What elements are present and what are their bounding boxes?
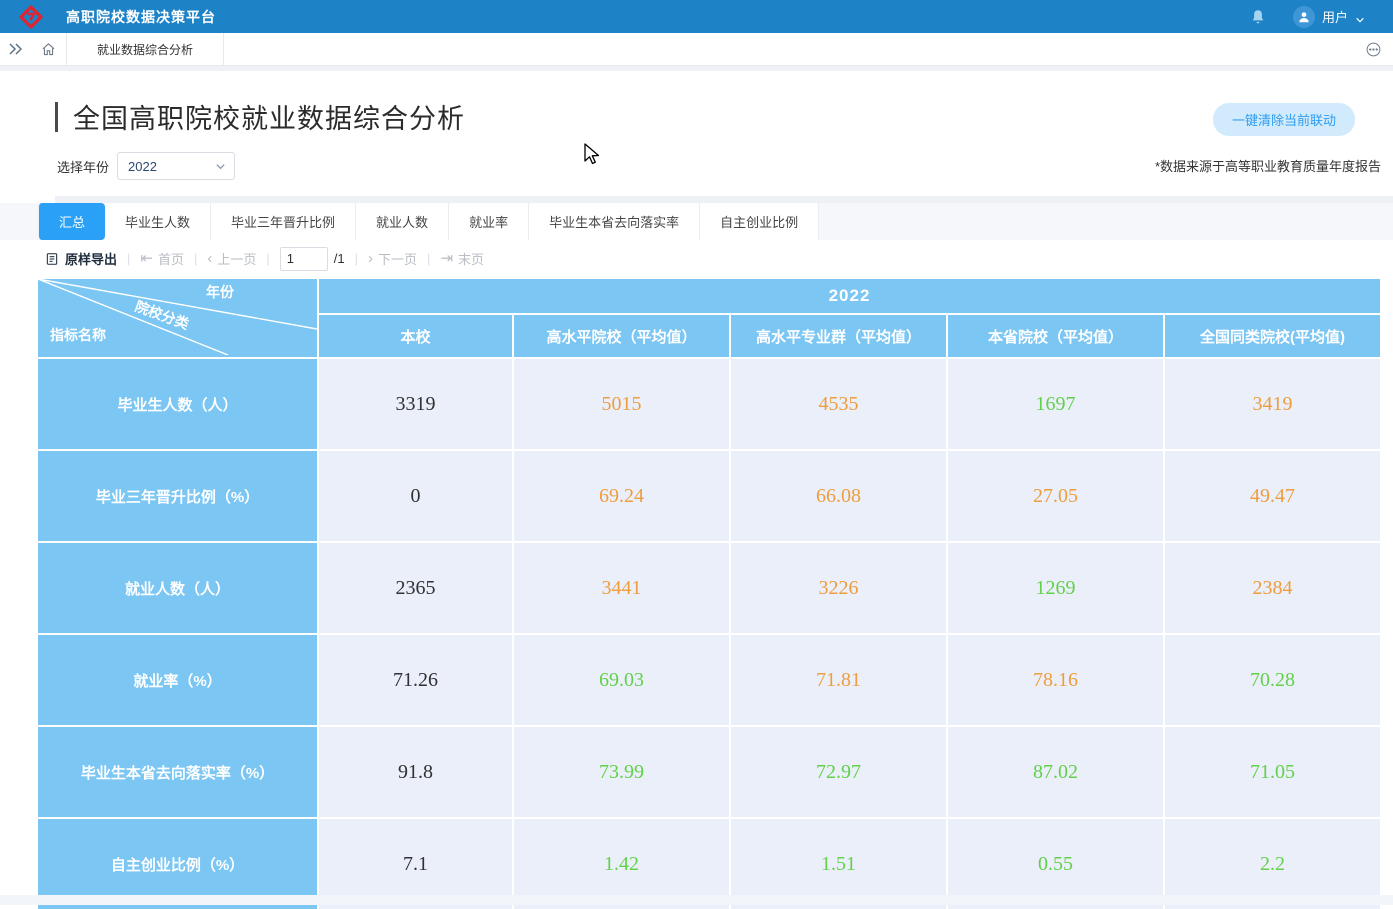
brand-logo-icon bbox=[18, 4, 44, 30]
table-cell-r2-c3[interactable]: 1269 bbox=[948, 543, 1163, 633]
year-select-label: 选择年份 bbox=[57, 157, 109, 176]
row-label-3: 就业率（%） bbox=[38, 635, 317, 725]
top-navbar: 高职院校数据决策平台 用户 bbox=[0, 0, 1393, 33]
column-header-0: 本校 bbox=[319, 315, 512, 357]
column-header-3: 本省院校（平均值） bbox=[948, 315, 1163, 357]
export-button[interactable]: 原样导出 bbox=[45, 249, 117, 268]
data-source-note: *数据来源于高等职业教育质量年度报告 bbox=[1155, 156, 1381, 175]
page-title: 全国高职院校就业数据综合分析 bbox=[73, 97, 465, 136]
row-label-2: 就业人数（人） bbox=[38, 543, 317, 633]
table-cell-r3-c4[interactable]: 70.28 bbox=[1165, 635, 1380, 725]
page-number-input[interactable] bbox=[280, 247, 328, 271]
metric-tab-2[interactable]: 毕业三年晋升比例 bbox=[211, 203, 356, 240]
metric-tab-5[interactable]: 毕业生本省去向落实率 bbox=[529, 203, 700, 240]
row-label-4: 毕业生本省去向落实率（%） bbox=[38, 727, 317, 817]
divider bbox=[55, 196, 1393, 203]
page-total-label: /1 bbox=[334, 251, 345, 266]
home-icon[interactable] bbox=[30, 33, 66, 65]
table-cell-r0-c1[interactable]: 5015 bbox=[514, 359, 729, 449]
app-title: 高职院校数据决策平台 bbox=[66, 7, 216, 27]
user-name-label: 用户 bbox=[1322, 7, 1348, 26]
year-select[interactable]: 2022 bbox=[117, 152, 235, 180]
export-label: 原样导出 bbox=[65, 249, 117, 268]
table-corner-cell: 年份 院校分类 指标名称 bbox=[38, 279, 317, 357]
summary-table: 年份 院校分类 指标名称 2022 本校高水平院校（平均值）高水平专业群（平均值… bbox=[38, 279, 1380, 909]
chevron-down-icon bbox=[1355, 12, 1365, 22]
table-cell-r3-c3[interactable]: 78.16 bbox=[948, 635, 1163, 725]
tag-bar: 就业数据综合分析 bbox=[0, 33, 1393, 66]
table-cell-r2-c0[interactable]: 2365 bbox=[319, 543, 512, 633]
column-header-1: 高水平院校（平均值） bbox=[514, 315, 729, 357]
table-cell-r3-c0[interactable]: 71.26 bbox=[319, 635, 512, 725]
prev-page-button[interactable]: ‹上一页 bbox=[207, 249, 256, 268]
metric-tabs: 汇总毕业生人数毕业三年晋升比例就业人数就业率毕业生本省去向落实率自主创业比例 bbox=[0, 203, 1393, 240]
column-header-2: 高水平专业群（平均值） bbox=[731, 315, 946, 357]
column-header-4: 全国同类院校(平均值) bbox=[1165, 315, 1380, 357]
table-cell-r1-c2[interactable]: 66.08 bbox=[731, 451, 946, 541]
table-cell-r4-c2[interactable]: 72.97 bbox=[731, 727, 946, 817]
user-avatar-icon bbox=[1293, 6, 1315, 28]
title-marker bbox=[55, 102, 58, 132]
metric-tab-3[interactable]: 就业人数 bbox=[356, 203, 449, 240]
clear-linkage-button[interactable]: 一键清除当前联动 bbox=[1213, 103, 1355, 136]
page-header: 全国高职院校就业数据综合分析 一键清除当前联动 选择年份 2022 *数据来源于… bbox=[0, 71, 1393, 203]
table-cell-r2-c1[interactable]: 3441 bbox=[514, 543, 729, 633]
bell-icon[interactable] bbox=[1249, 8, 1267, 26]
sidebar-collapse-icon[interactable] bbox=[0, 33, 30, 65]
table-cell-r1-c1[interactable]: 69.24 bbox=[514, 451, 729, 541]
metric-tab-1[interactable]: 毕业生人数 bbox=[105, 203, 211, 240]
document-export-icon bbox=[45, 252, 59, 266]
table-cell-r0-c2[interactable]: 4535 bbox=[731, 359, 946, 449]
table-cell-r2-c4[interactable]: 2384 bbox=[1165, 543, 1380, 633]
table-cell-r0-c0[interactable]: 3319 bbox=[319, 359, 512, 449]
row-label-0: 毕业生人数（人） bbox=[38, 359, 317, 449]
table-cell-r3-c2[interactable]: 71.81 bbox=[731, 635, 946, 725]
next-page-button[interactable]: ›下一页 bbox=[368, 249, 417, 268]
first-page-icon: ⇤ bbox=[140, 251, 153, 266]
route-tab[interactable]: 就业数据综合分析 bbox=[66, 33, 224, 65]
more-options-icon[interactable] bbox=[1353, 33, 1393, 65]
chevron-down-icon bbox=[215, 161, 226, 172]
metric-tab-0[interactable]: 汇总 bbox=[38, 203, 105, 240]
metric-tab-6[interactable]: 自主创业比例 bbox=[700, 203, 819, 240]
table-cell-r0-c3[interactable]: 1697 bbox=[948, 359, 1163, 449]
table-cell-r1-c3[interactable]: 27.05 bbox=[948, 451, 1163, 541]
corner-label-year: 年份 bbox=[206, 282, 234, 302]
table-wrapper: 年份 院校分类 指标名称 2022 本校高水平院校（平均值）高水平专业群（平均值… bbox=[0, 277, 1393, 909]
first-page-button[interactable]: ⇤首页 bbox=[140, 249, 184, 268]
year-select-value: 2022 bbox=[128, 159, 215, 174]
table-cell-r1-c0[interactable]: 0 bbox=[319, 451, 512, 541]
last-page-icon: ⇥ bbox=[440, 251, 453, 266]
next-page-icon: › bbox=[368, 251, 373, 266]
app-root: { "topbar": { "title": "高职院校数据决策平台", "us… bbox=[0, 0, 1393, 905]
metric-tab-4[interactable]: 就业率 bbox=[449, 203, 529, 240]
corner-label-indicator: 指标名称 bbox=[50, 325, 106, 345]
last-page-button[interactable]: ⇥末页 bbox=[440, 249, 484, 268]
table-cell-r0-c4[interactable]: 3419 bbox=[1165, 359, 1380, 449]
table-year-header: 2022 bbox=[319, 279, 1380, 313]
table-cell-r4-c1[interactable]: 73.99 bbox=[514, 727, 729, 817]
divider bbox=[0, 895, 1393, 905]
table-cell-r1-c4[interactable]: 49.47 bbox=[1165, 451, 1380, 541]
user-menu[interactable]: 用户 bbox=[1293, 6, 1365, 28]
table-cell-r3-c1[interactable]: 69.03 bbox=[514, 635, 729, 725]
table-cell-r4-c4[interactable]: 71.05 bbox=[1165, 727, 1380, 817]
table-cell-r2-c2[interactable]: 3226 bbox=[731, 543, 946, 633]
row-label-1: 毕业三年晋升比例（%） bbox=[38, 451, 317, 541]
table-toolbar: 原样导出 | ⇤首页 | ‹上一页 | /1 | ›下一页 | ⇥末页 bbox=[0, 240, 1393, 277]
prev-page-icon: ‹ bbox=[207, 251, 212, 266]
table-cell-r4-c0[interactable]: 91.8 bbox=[319, 727, 512, 817]
table-cell-r4-c3[interactable]: 87.02 bbox=[948, 727, 1163, 817]
